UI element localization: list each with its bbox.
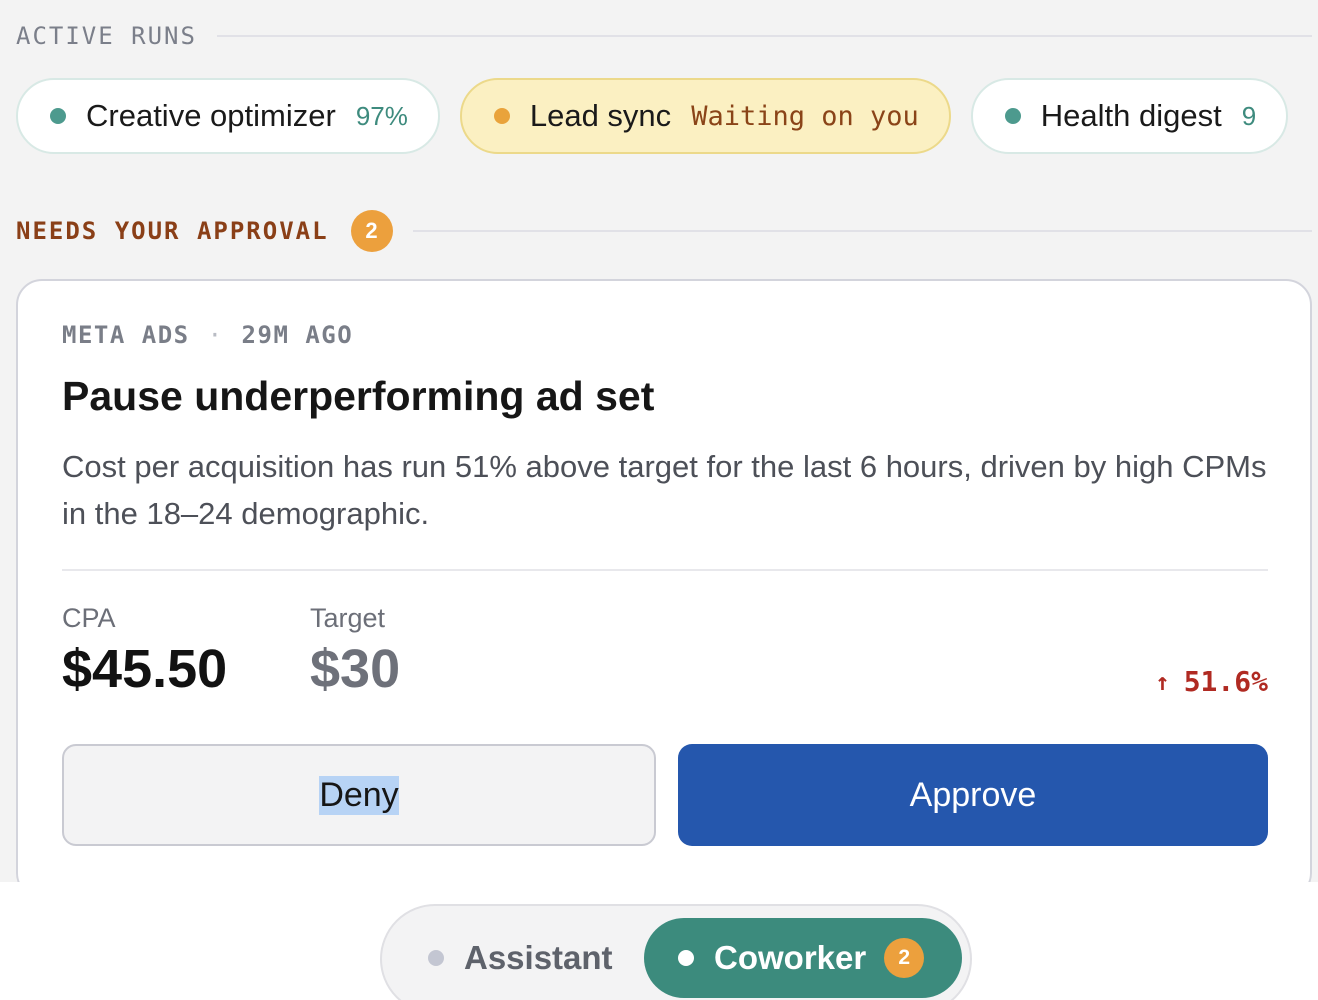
run-name: Health digest: [1040, 98, 1222, 133]
delta-indicator: ↑ 51.6%: [1155, 665, 1268, 698]
card-title: Pause underperforming ad set: [62, 373, 655, 419]
metric-value: $30: [310, 639, 401, 699]
tab-label: Assistant: [464, 939, 613, 976]
active-runs-list[interactable]: Creative optimizer 97% Lead sync Waiting…: [16, 78, 1318, 154]
run-chip-lead-sync[interactable]: Lead sync Waiting on you: [459, 78, 951, 154]
approvals-count-badge: 2: [350, 210, 393, 252]
run-name: Lead sync: [529, 98, 672, 133]
dot-icon: [428, 950, 444, 966]
active-runs-heading: ACTIVE RUNS: [16, 22, 197, 50]
coworker-count-badge: 2: [884, 938, 925, 978]
card-description: Cost per acquisition has run 51% above t…: [62, 449, 1267, 531]
approvals-header: NEEDS YOUR APPROVAL 2: [16, 210, 1312, 252]
approve-button-label: Approve: [909, 775, 1037, 814]
section-divider: [216, 35, 1312, 37]
metric-label: Target: [310, 603, 386, 633]
status-dot-icon: [50, 108, 66, 124]
deny-button-label: Deny: [319, 775, 399, 815]
deny-button[interactable]: Deny: [62, 744, 656, 846]
metric-value: $45.50: [62, 639, 228, 699]
status-dot-icon: [1004, 108, 1021, 124]
dot-icon: [678, 950, 694, 966]
approvals-heading: NEEDS YOUR APPROVAL: [16, 217, 329, 245]
approve-button[interactable]: Approve: [678, 744, 1268, 846]
metric-target: Target $30: [310, 603, 400, 700]
run-name: Creative optimizer: [86, 98, 336, 133]
run-progress: 97%: [355, 100, 408, 131]
metric-cpa: CPA $45.50: [62, 603, 227, 700]
tab-coworker[interactable]: Coworker 2: [644, 918, 962, 998]
approval-card: META ADS · 29M AGO Pause underperforming…: [16, 279, 1312, 899]
bottom-bar: Assistant Coworker 2: [0, 882, 1318, 1000]
active-runs-header: ACTIVE RUNS: [16, 22, 1312, 50]
run-chip-creative-optimizer[interactable]: Creative optimizer 97%: [16, 78, 440, 154]
status-dot-icon: [493, 108, 510, 124]
card-meta: META ADS · 29M AGO: [62, 321, 353, 349]
card-source: META ADS: [62, 321, 190, 349]
run-progress: 9: [1241, 100, 1257, 131]
card-time: 29M AGO: [241, 321, 354, 349]
arrow-up-icon: ↑: [1155, 667, 1170, 696]
meta-separator: ·: [207, 321, 224, 349]
tab-assistant[interactable]: Assistant: [412, 918, 613, 998]
delta-value: 51.6%: [1183, 665, 1268, 698]
card-divider: [62, 569, 1268, 571]
run-chip-health-digest[interactable]: Health digest 9: [970, 78, 1289, 154]
run-status: Waiting on you: [691, 100, 919, 132]
tab-label: Coworker: [714, 939, 867, 976]
mode-switcher: Assistant Coworker 2: [380, 904, 972, 1000]
section-divider: [412, 230, 1312, 232]
metric-label: CPA: [62, 603, 116, 633]
